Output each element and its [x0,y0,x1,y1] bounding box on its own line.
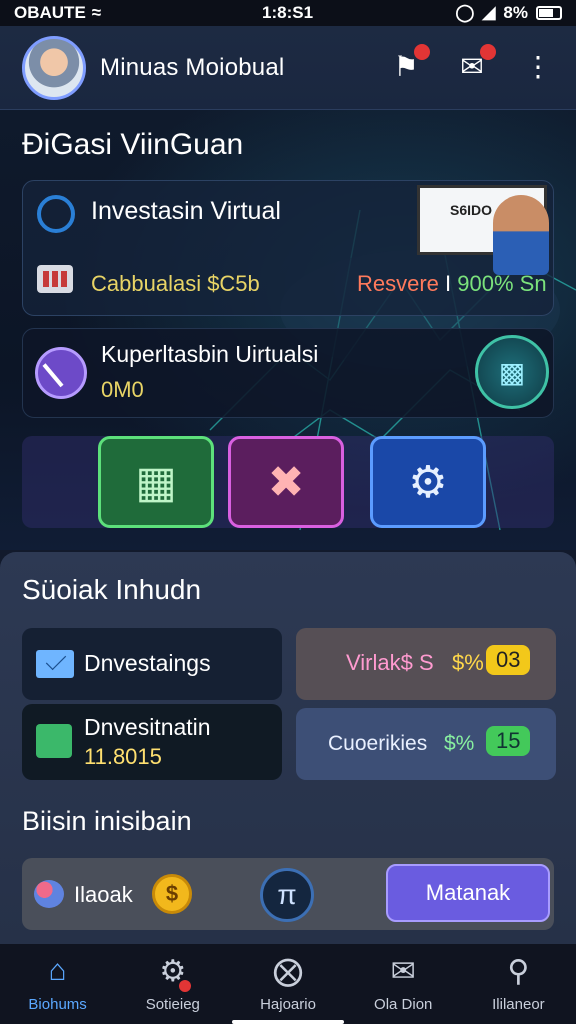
app-bar: Minuas Moiobual ⚑ ✉ ⋮ [0,26,576,110]
notification-dot [480,44,496,60]
chat-icon[interactable]: ✉ [454,44,496,84]
stat-badge: 15 [486,726,531,756]
status-bar: OBAUTE ≈ 1:8:S1 ◯ ◢ 8% [0,0,576,26]
tab-label: Sotieieg [145,996,200,1013]
tab-search[interactable]: ⚲ Ililaneor [461,944,576,1024]
battery-icon [536,6,562,20]
matanak-button[interactable]: Matanak [386,864,550,922]
summary-panel: Süoiak Inhudn Dnvestaings Virlak$ S $% 0… [0,552,576,944]
tab-label: Ililaneor [492,996,545,1013]
stat-investments[interactable]: Dnvestaings [22,628,282,700]
hero-section: ĐiGasi ViinGuan Investasin Virtual Cabbu… [0,110,576,550]
presenter-image: S6IDO [417,185,549,277]
avatar[interactable] [22,35,86,100]
stat-virlak[interactable]: Virlak$ S $% 03 [296,628,556,700]
kuper-value: 0M0 [101,377,144,402]
home-icon: ⌂ [48,954,67,987]
notification-dot [179,980,192,992]
clock-icon [35,347,87,399]
mail-icon: ✉ [390,955,416,988]
section-subtitle: Biisin inisibain [22,806,192,836]
tab-home[interactable]: ⌂ Biohums [0,944,115,1024]
stat-value: 11.8015 [84,744,162,769]
feature-tiles: ▦ ✖ ⚙ [22,436,554,528]
investasi-title: Investasin Virtual [91,197,281,225]
settings-icon: ⚙ [408,457,448,507]
tools-icon: ✖ [267,457,305,507]
folder-icon [36,724,72,758]
presenter-figure [493,195,549,275]
search-icon: ⚲ [507,955,530,988]
stat-pct: $% [452,650,484,675]
alarm-icon: ◯ [455,3,475,22]
stat-label: Dnvestaings [84,650,211,676]
stat-label: Dnvesitnatin [84,714,211,740]
stat-cuoerikies[interactable]: Cuoerikies $% 15 [296,708,556,780]
hero-title: ĐiGasi ViinGuan [22,128,244,161]
tab-settings[interactable]: ⚙ Sotieieg [115,944,230,1024]
tab-explore[interactable]: ⨂ Hajoario [230,944,345,1024]
document-icon: ▦ [135,457,177,507]
tab-mail[interactable]: ✉ Ola Dion [346,944,461,1024]
stat-label: Virlak$ S [346,650,434,675]
tab-label: Ola Dion [374,996,433,1013]
user-name: Minuas Moiobual [100,53,285,81]
bookmark-icon[interactable]: ⚑ [388,44,430,84]
compass-icon: ⨂ [273,955,303,988]
bottom-nav: ⌂ Biohums ⚙ Sotieieg ⨂ Hajoario ✉ Ola Di… [0,944,576,1024]
people-icon [34,880,64,908]
action-label: Ilaoak [74,882,133,907]
bar-chart-icon: ▩ [498,356,526,388]
screen-text: S6IDO [450,202,493,218]
kuper-card[interactable]: Kuperltasbin Uirtualsi 0M0 ▩ [22,328,554,418]
tab-label: Hajoario [260,996,316,1013]
calc-label: Cabbualasi $C5b [91,271,260,296]
signal-icon: ◢ [482,3,496,22]
tools-tile[interactable]: ✖ [228,436,344,528]
action-bar: Ilaoak $ π Matanak [22,858,554,930]
clock: 1:8:S1 [262,3,314,22]
carrier-label: OBAUTE [14,3,86,22]
settings-tile[interactable]: ⚙ [370,436,486,528]
kuper-title: Kuperltasbin Uirtualsi [101,341,319,367]
tab-label: Biohums [28,996,87,1013]
stat-investation[interactable]: Dnvesitnatin 11.8015 [22,704,282,780]
coin-logo-icon [37,195,75,233]
document-tile[interactable]: ▦ [98,436,214,528]
stat-label: Cuoerikies [328,732,428,755]
home-indicator [232,1020,344,1024]
battery-label: 8% [503,3,528,22]
pi-icon[interactable]: π [260,868,314,922]
notification-dot [414,44,430,60]
chart-bar-button[interactable]: ▩ [475,335,549,409]
panel-title: Süoiak Inhudn [22,574,202,605]
coin-icon[interactable]: $ [152,874,192,914]
envelope-icon [36,650,74,678]
carrier: OBAUTE ≈ [14,3,101,23]
calculator-icon [37,265,73,293]
wifi-icon: ≈ [91,3,102,22]
status-icons: ◯ ◢ 8% [455,3,562,23]
investasi-card[interactable]: Investasin Virtual Cabbualasi $C5b Resve… [22,180,554,316]
more-icon[interactable]: ⋮ [520,48,556,84]
stat-badge: 03 [486,645,531,675]
header-actions: ⚑ ✉ ⋮ [388,44,556,84]
stat-pct: $% [444,732,475,755]
